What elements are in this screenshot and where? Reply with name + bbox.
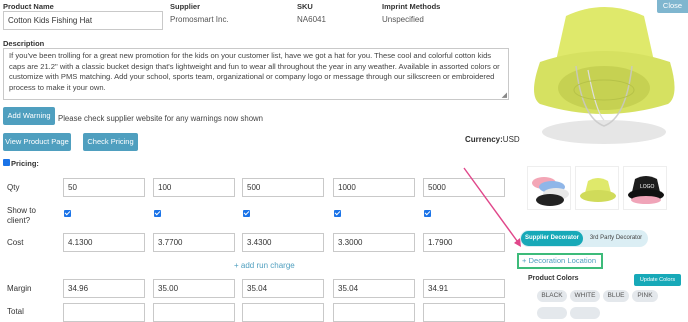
color-chip-pink[interactable]: PINK (632, 290, 658, 302)
thumbnail-logo-text: LOGO (640, 184, 655, 190)
show-to-client-checkbox[interactable] (154, 210, 161, 217)
decoration-location-button[interactable]: + Decoration Location (517, 253, 603, 269)
margin-input[interactable]: 35.00 (153, 279, 235, 298)
qty-input[interactable]: 100 (153, 178, 235, 197)
currency-label: Currency: (465, 135, 503, 144)
product-name-field[interactable]: Cotton Kids Fishing Hat (3, 11, 163, 30)
qty-input[interactable]: 50 (63, 178, 145, 197)
update-colors-button[interactable]: Update Colors (634, 274, 681, 286)
qty-input[interactable]: 1000 (333, 178, 415, 197)
qty-row-label: Qty (7, 183, 20, 192)
margin-input[interactable]: 34.96 (63, 279, 145, 298)
show-to-client-checkbox[interactable] (334, 210, 341, 217)
color-chip[interactable] (537, 307, 567, 319)
product-main-image (520, 0, 688, 160)
margin-input[interactable]: 35.04 (333, 279, 415, 298)
product-thumbnail[interactable] (527, 166, 571, 210)
view-product-page-button[interactable]: View Product Page (3, 133, 71, 151)
show-to-client-checkbox[interactable] (64, 210, 71, 217)
pricing-label: Pricing: (11, 159, 39, 168)
supplier-value: Promosmart Inc. (170, 15, 229, 24)
show-to-client-checkbox[interactable] (243, 210, 250, 217)
cost-input[interactable]: 4.1300 (63, 233, 145, 252)
description-text: If you've been trolling for a great new … (9, 51, 500, 92)
show-to-client-label-line2: client? (7, 216, 31, 225)
imprint-methods-label: Imprint Methods (382, 2, 441, 11)
margin-input[interactable]: 34.91 (423, 279, 505, 298)
third-party-decorator-tab[interactable]: 3rd Party Decorator (586, 231, 646, 246)
cost-input[interactable]: 3.7700 (153, 233, 235, 252)
imprint-methods-value: Unspecified (382, 15, 424, 24)
margin-input[interactable]: 35.04 (242, 279, 324, 298)
supplier-label: Supplier (170, 2, 201, 11)
sku-label: SKU (297, 2, 313, 11)
pricing-checkbox[interactable] (3, 159, 10, 166)
warning-note: Please check supplier website for any wa… (58, 114, 263, 123)
product-name-label: Product Name (3, 2, 54, 11)
color-chip-black[interactable]: BLACK (537, 290, 567, 302)
total-row-label: Total (7, 307, 24, 316)
check-pricing-button[interactable]: Check Pricing (83, 133, 138, 151)
currency-indicator: Currency:USD (465, 135, 520, 144)
show-to-client-label-line1: Show to (7, 206, 36, 215)
currency-value: USD (502, 135, 520, 144)
description-textarea[interactable]: If you've been trolling for a great new … (3, 48, 509, 100)
cost-row-label: Cost (7, 238, 24, 247)
cost-input[interactable]: 3.3000 (333, 233, 415, 252)
supplier-decorator-tab[interactable]: Supplier Decorator (521, 231, 583, 246)
sku-value: NA6041 (297, 15, 326, 24)
add-warning-button[interactable]: Add Warning (3, 107, 55, 125)
add-run-charge-link[interactable]: + add run charge (234, 261, 295, 270)
description-label: Description (3, 39, 45, 48)
product-thumbnail[interactable]: LOGO (623, 166, 667, 210)
product-thumbnail[interactable] (575, 166, 619, 210)
color-chip[interactable] (570, 307, 600, 319)
cost-input[interactable]: 3.4300 (242, 233, 324, 252)
show-to-client-checkbox[interactable] (424, 210, 431, 217)
qty-input[interactable]: 500 (242, 178, 324, 197)
margin-row-label: Margin (7, 284, 32, 293)
resize-handle-icon[interactable]: ◢ (502, 92, 507, 99)
product-colors-label: Product Colors (528, 275, 579, 282)
color-chip-blue[interactable]: BLUE (603, 290, 629, 302)
color-chip-white[interactable]: WHITE (570, 290, 600, 302)
annotation-arrow-icon (463, 167, 521, 247)
